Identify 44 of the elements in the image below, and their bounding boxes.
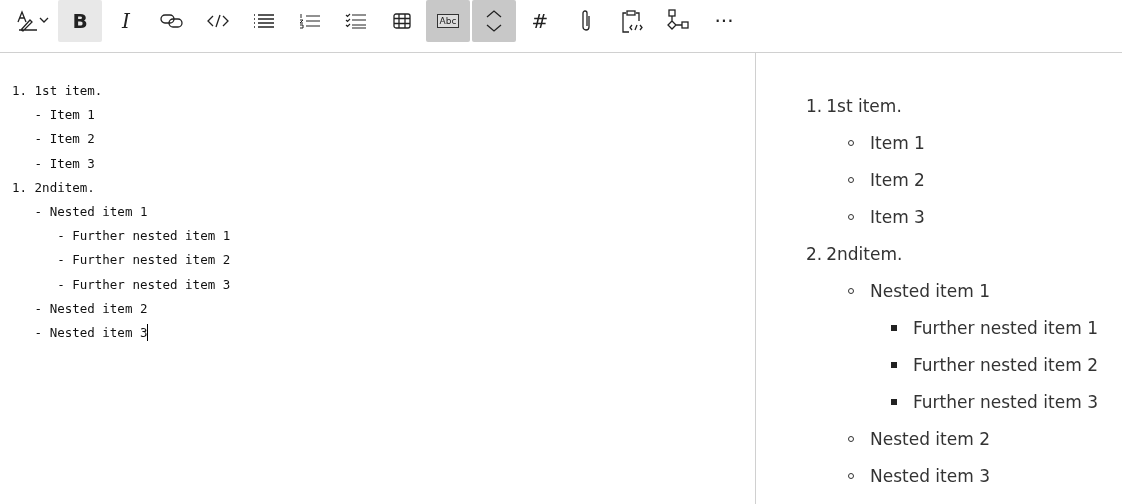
list-item-text: Nested item 2 <box>870 428 990 449</box>
list-item-text: Nested item 1 <box>870 280 990 301</box>
italic-button[interactable]: I <box>104 0 148 42</box>
checklist-icon <box>345 13 367 29</box>
code-line: - Further nested item 1 <box>56 227 231 246</box>
square-bullet-icon <box>891 324 897 331</box>
list-item-text: Item 1 <box>870 132 925 153</box>
link-icon <box>160 13 184 29</box>
list-number: 1. <box>806 95 823 116</box>
more-button[interactable]: ··· <box>702 0 746 42</box>
chevrons-button[interactable] <box>472 0 516 42</box>
paperclip-icon <box>579 9 593 33</box>
list-item-text: Nested item 3 <box>870 465 990 486</box>
code-icon <box>207 14 229 28</box>
chevrons-icon <box>485 9 503 33</box>
code-line: - Further nested item 3 <box>56 275 231 294</box>
square-bullet-icon <box>891 398 897 405</box>
code-line: - Nested item 2 <box>33 299 148 318</box>
code-line: - Item 1 <box>33 106 95 125</box>
bold-button[interactable]: B <box>58 0 102 42</box>
list-item-text: Item 2 <box>870 169 925 190</box>
list-number: 2. <box>806 243 823 264</box>
code-line: 1. 1st item. <box>12 82 103 100</box>
table-icon <box>393 13 411 29</box>
code-line: - Item 2 <box>33 130 95 149</box>
code-line: - Nested item 1 <box>33 202 148 221</box>
text-box-label: Abc <box>436 14 460 28</box>
square-bullet-icon <box>891 361 897 368</box>
list-item-text: 1st item. <box>826 95 902 116</box>
list-item-text: Item 3 <box>870 206 925 227</box>
code-line: - Item 3 <box>33 154 95 173</box>
list-item-text: Further nested item 1 <box>913 317 1098 338</box>
list-item-text: Further nested item 2 <box>913 354 1098 375</box>
code-line: - Nested item 3 <box>33 323 148 342</box>
code-line: 1. 2nditem. <box>12 178 95 197</box>
text-box-button[interactable]: Abc <box>426 0 470 42</box>
list-item-text: Further nested item 3 <box>913 391 1098 412</box>
list-item-text: 2nditem. <box>826 243 903 264</box>
clipboard-code-icon <box>621 9 643 33</box>
heading-button[interactable]: # <box>518 0 562 42</box>
format-icon <box>16 10 50 32</box>
numbered-list-icon <box>299 13 321 29</box>
bulleted-list-icon <box>253 14 275 28</box>
code-line: - Further nested item 2 <box>56 251 231 270</box>
